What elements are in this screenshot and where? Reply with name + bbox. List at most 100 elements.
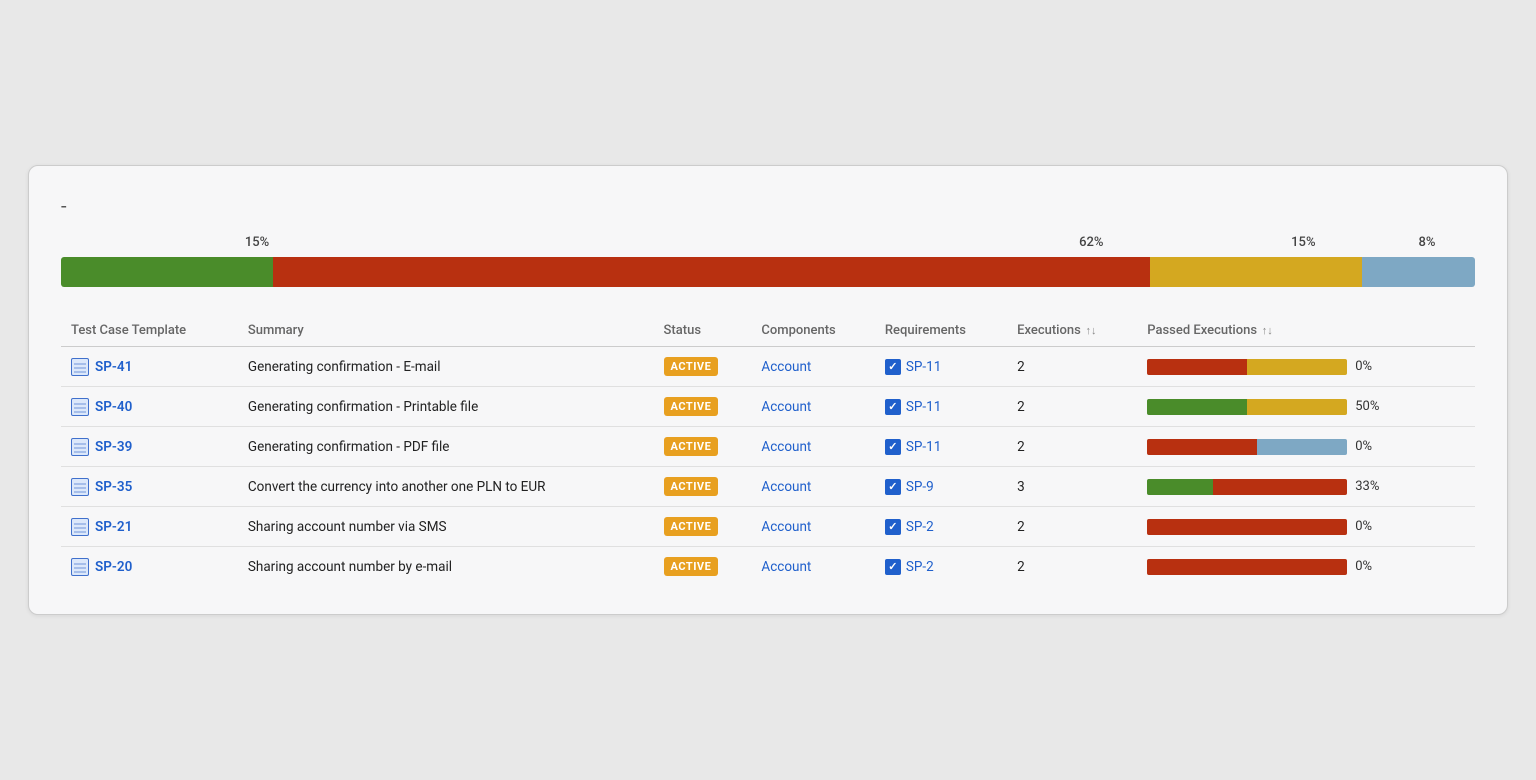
- cell-executions-0: 2: [1007, 347, 1137, 387]
- cell-summary-2: Generating confirmation - PDF file: [238, 427, 654, 467]
- status-badge-2: ACTIVE: [664, 437, 719, 456]
- cell-req-5: SP-2: [875, 547, 1007, 587]
- table-row: SP-35Convert the currency into another o…: [61, 467, 1475, 507]
- cell-req-1: SP-11: [875, 387, 1007, 427]
- template-link-1[interactable]: SP-40: [71, 398, 228, 416]
- cell-req-0: SP-11: [875, 347, 1007, 387]
- progress-labels: 15% 62% 15% 8%: [61, 235, 1475, 255]
- cell-passed-1: 50%: [1137, 387, 1475, 427]
- status-badge-0: ACTIVE: [664, 357, 719, 376]
- mini-bar-seg-0-0: [1147, 359, 1247, 375]
- cell-component-1: Account: [751, 387, 874, 427]
- mini-bar-4: [1147, 519, 1347, 535]
- req-link-4[interactable]: SP-2: [906, 519, 934, 535]
- template-id-0: SP-41: [95, 359, 132, 375]
- template-id-4: SP-21: [95, 519, 132, 535]
- mini-bar-seg-5-0: [1147, 559, 1347, 575]
- mini-bar-container-1: 50%: [1147, 399, 1465, 415]
- cell-executions-4: 2: [1007, 507, 1137, 547]
- mini-bar-seg-3-0: [1147, 479, 1213, 495]
- mini-bar-3: [1147, 479, 1347, 495]
- mini-bar-seg-2-1: [1257, 439, 1347, 455]
- cell-req-2: SP-11: [875, 427, 1007, 467]
- col-header-summary: Summary: [238, 315, 654, 347]
- template-icon-2: [71, 438, 89, 456]
- progress-segment-1: [273, 257, 1150, 287]
- passed-pct-2: 0%: [1355, 439, 1385, 454]
- sort-icon-passed[interactable]: ↑↓: [1259, 324, 1273, 337]
- component-link-1[interactable]: Account: [761, 399, 811, 415]
- cell-status-0: ACTIVE: [654, 347, 752, 387]
- req-cell-3: SP-9: [885, 479, 997, 495]
- cell-executions-1: 2: [1007, 387, 1137, 427]
- mini-bar-container-0: 0%: [1147, 359, 1465, 375]
- req-checkbox-5: [885, 559, 901, 575]
- sort-icon-executions[interactable]: ↑↓: [1083, 324, 1097, 337]
- template-icon-5: [71, 558, 89, 576]
- template-id-5: SP-20: [95, 559, 132, 575]
- req-link-1[interactable]: SP-11: [906, 399, 941, 415]
- mini-bar-container-3: 33%: [1147, 479, 1465, 495]
- template-icon-4: [71, 518, 89, 536]
- cell-passed-3: 33%: [1137, 467, 1475, 507]
- status-badge-1: ACTIVE: [664, 397, 719, 416]
- req-link-3[interactable]: SP-9: [906, 479, 934, 495]
- cell-status-5: ACTIVE: [654, 547, 752, 587]
- cell-passed-5: 0%: [1137, 547, 1475, 587]
- req-link-0[interactable]: SP-11: [906, 359, 941, 375]
- template-link-3[interactable]: SP-35: [71, 478, 228, 496]
- req-cell-0: SP-11: [885, 359, 997, 375]
- passed-pct-3: 33%: [1355, 479, 1385, 494]
- req-cell-1: SP-11: [885, 399, 997, 415]
- passed-pct-5: 0%: [1355, 559, 1385, 574]
- cell-passed-2: 0%: [1137, 427, 1475, 467]
- cell-status-1: ACTIVE: [654, 387, 752, 427]
- req-cell-2: SP-11: [885, 439, 997, 455]
- progress-segment-2: [1150, 257, 1362, 287]
- progress-label-0: 15%: [245, 235, 269, 250]
- template-link-0[interactable]: SP-41: [71, 358, 228, 376]
- subtitle-text: -: [61, 194, 67, 218]
- req-link-2[interactable]: SP-11: [906, 439, 941, 455]
- mini-bar-container-5: 0%: [1147, 559, 1465, 575]
- col-header-executions[interactable]: Executions ↑↓: [1007, 315, 1137, 347]
- progress-label-1: 62%: [1079, 235, 1103, 250]
- cell-summary-0: Generating confirmation - E-mail: [238, 347, 654, 387]
- mini-bar-seg-4-0: [1147, 519, 1347, 535]
- component-link-3[interactable]: Account: [761, 479, 811, 495]
- template-link-2[interactable]: SP-39: [71, 438, 228, 456]
- cell-summary-4: Sharing account number via SMS: [238, 507, 654, 547]
- mini-bar-seg-0-1: [1247, 359, 1347, 375]
- cell-template-3: SP-35: [61, 467, 238, 507]
- cell-template-1: SP-40: [61, 387, 238, 427]
- component-link-2[interactable]: Account: [761, 439, 811, 455]
- progress-bar: [61, 257, 1475, 287]
- cell-template-4: SP-21: [61, 507, 238, 547]
- progress-segment-0: [61, 257, 273, 287]
- mini-bar-container-2: 0%: [1147, 439, 1465, 455]
- cell-req-3: SP-9: [875, 467, 1007, 507]
- cell-executions-5: 2: [1007, 547, 1137, 587]
- template-link-5[interactable]: SP-20: [71, 558, 228, 576]
- cell-component-0: Account: [751, 347, 874, 387]
- main-card: - 15%62%15%8% Test Case TemplateSummaryS…: [28, 165, 1508, 615]
- cell-summary-5: Sharing account number by e-mail: [238, 547, 654, 587]
- template-link-4[interactable]: SP-21: [71, 518, 228, 536]
- template-icon-1: [71, 398, 89, 416]
- table-row: SP-41 Generating confirmation - E-mail ACT…: [61, 347, 1475, 387]
- col-header-requirements: Requirements: [875, 315, 1007, 347]
- table-row: SP-20 Sharing account number by e-mailACT…: [61, 547, 1475, 587]
- component-link-0[interactable]: Account: [761, 359, 811, 375]
- passed-pct-0: 0%: [1355, 359, 1385, 374]
- table-row: SP-40Generating confirmation - Printable…: [61, 387, 1475, 427]
- req-link-5[interactable]: SP-2: [906, 559, 934, 575]
- cell-status-2: ACTIVE: [654, 427, 752, 467]
- progress-segment-3: [1362, 257, 1475, 287]
- col-header-passed[interactable]: Passed Executions ↑↓: [1137, 315, 1475, 347]
- component-link-4[interactable]: Account: [761, 519, 811, 535]
- component-link-5[interactable]: Account: [761, 559, 811, 575]
- cell-template-2: SP-39: [61, 427, 238, 467]
- cell-status-3: ACTIVE: [654, 467, 752, 507]
- progress-label-2: 15%: [1291, 235, 1315, 250]
- progress-label-3: 8%: [1418, 235, 1435, 250]
